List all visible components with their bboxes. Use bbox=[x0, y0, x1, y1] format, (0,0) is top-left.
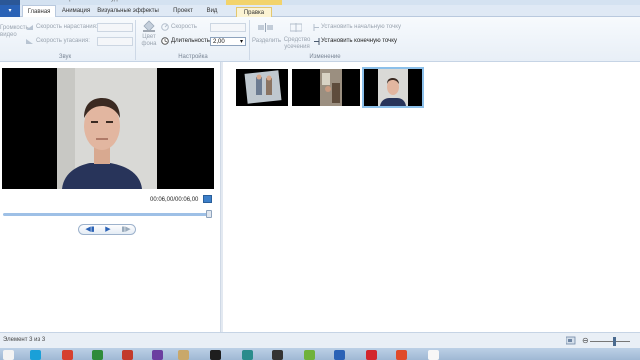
zoom-slider[interactable] bbox=[590, 341, 630, 342]
set-end-icon bbox=[313, 38, 320, 47]
storyboard-clip[interactable] bbox=[236, 69, 288, 106]
fullscreen-icon[interactable] bbox=[203, 195, 212, 203]
speed-label: Скорость bbox=[171, 24, 197, 30]
split-icon bbox=[258, 23, 274, 34]
app-lime-icon[interactable] bbox=[304, 350, 315, 360]
app-teal-icon[interactable] bbox=[242, 350, 253, 360]
speed-icon bbox=[161, 23, 169, 33]
tab-view[interactable]: Вид bbox=[202, 5, 222, 17]
app-black-icon[interactable] bbox=[210, 350, 221, 360]
fade-out-icon bbox=[26, 38, 34, 47]
storyboard bbox=[225, 62, 640, 332]
storyboard-clip-selected[interactable] bbox=[362, 67, 424, 108]
tab-visual-effects[interactable]: Визуальные эффекты bbox=[96, 5, 160, 17]
preview-pane: 00:06,00/00:06,00 ◀▮ ▶ ▮▶ bbox=[0, 62, 220, 332]
thumbnail-size-icon[interactable] bbox=[565, 336, 576, 347]
fade-in-dropdown[interactable] bbox=[97, 23, 133, 32]
trim-tool-button[interactable]: Средство усечения bbox=[283, 37, 311, 51]
seek-handle[interactable] bbox=[206, 210, 212, 218]
fade-out-label: Скорость угасания: bbox=[36, 38, 90, 44]
audio-group-label: Звук bbox=[58, 54, 72, 60]
duration-value: 2,00 bbox=[213, 39, 225, 45]
chevron-down-icon: ▾ bbox=[239, 39, 243, 45]
previous-frame-button[interactable]: ◀▮ bbox=[82, 226, 98, 234]
tab-home[interactable]: Главная bbox=[22, 5, 56, 17]
set-end-point-button[interactable]: Установить конечную точку bbox=[321, 38, 397, 44]
fade-in-label: Скорость нарастания: bbox=[36, 24, 98, 30]
ribbon-tabs: ▾ Главная Анимация Визуальные эффекты Пр… bbox=[0, 5, 640, 18]
window-title: Мой фильм - Киностудия bbox=[54, 0, 124, 2]
background-color-button[interactable]: Цвет фона bbox=[139, 34, 159, 48]
duration-label: Длительность: bbox=[171, 38, 212, 44]
file-menu-button[interactable]: ▾ bbox=[0, 5, 20, 17]
app-purple-icon[interactable] bbox=[152, 350, 163, 360]
clip-thumbnail bbox=[292, 69, 360, 106]
fade-in-icon bbox=[26, 24, 34, 33]
group-divider bbox=[249, 20, 250, 60]
status-bar: Элемент 3 из 3 ⊖ bbox=[0, 332, 640, 348]
pane-splitter[interactable] bbox=[220, 62, 223, 332]
zoom-out-icon[interactable]: ⊖ bbox=[582, 336, 589, 345]
next-frame-button[interactable]: ▮▶ bbox=[118, 226, 134, 234]
browser-icon[interactable] bbox=[396, 350, 407, 360]
set-start-icon bbox=[313, 24, 320, 33]
speed-dropdown[interactable] bbox=[210, 23, 246, 32]
storyboard-clip[interactable] bbox=[292, 69, 360, 106]
notes-icon[interactable] bbox=[428, 350, 439, 360]
zoom-handle[interactable] bbox=[613, 337, 616, 346]
split-button[interactable]: Разделить bbox=[252, 38, 281, 44]
fade-out-dropdown[interactable] bbox=[97, 37, 133, 46]
seek-bar[interactable] bbox=[3, 213, 211, 216]
video-volume-button[interactable]: Громкость видео bbox=[0, 25, 29, 39]
set-start-point-button[interactable]: Установить начальную точку bbox=[321, 24, 401, 30]
settings-group-label: Настройка bbox=[178, 54, 208, 60]
edit-group-label: Изменение bbox=[309, 54, 341, 60]
clip-thumbnail bbox=[364, 69, 422, 106]
playback-controls: ◀▮ ▶ ▮▶ bbox=[78, 224, 136, 235]
workspace: 00:06,00/00:06,00 ◀▮ ▶ ▮▶ bbox=[0, 62, 640, 332]
start-icon[interactable] bbox=[3, 350, 14, 360]
play-button[interactable]: ▶ bbox=[101, 226, 115, 234]
tab-project[interactable]: Проект bbox=[168, 5, 198, 17]
clip-thumbnail bbox=[236, 69, 288, 106]
skype-icon[interactable] bbox=[30, 350, 41, 360]
trim-tool-icon bbox=[289, 23, 303, 34]
duration-clock-icon bbox=[161, 37, 169, 47]
opera-icon[interactable] bbox=[366, 350, 377, 360]
tab-animation[interactable]: Анимация bbox=[58, 5, 94, 17]
app-photo-icon[interactable] bbox=[178, 350, 189, 360]
video-preview[interactable] bbox=[2, 68, 214, 189]
app-blue-icon[interactable] bbox=[334, 350, 345, 360]
preview-frame-portrait bbox=[2, 68, 214, 189]
taskbar bbox=[0, 348, 640, 360]
app-dark-icon[interactable] bbox=[272, 350, 283, 360]
app-green-icon[interactable] bbox=[92, 350, 103, 360]
app-red-icon[interactable] bbox=[122, 350, 133, 360]
paint-bucket-icon bbox=[142, 20, 156, 34]
browser-red-icon[interactable] bbox=[62, 350, 73, 360]
duration-input[interactable]: 2,00 ▾ bbox=[210, 37, 246, 46]
timecode-display: 00:06,00/00:06,00 bbox=[150, 197, 199, 203]
status-item-count: Элемент 3 из 3 bbox=[3, 337, 46, 343]
group-divider bbox=[135, 20, 136, 60]
ribbon: Громкость видео Скорость нарастания: Ско… bbox=[0, 17, 640, 62]
